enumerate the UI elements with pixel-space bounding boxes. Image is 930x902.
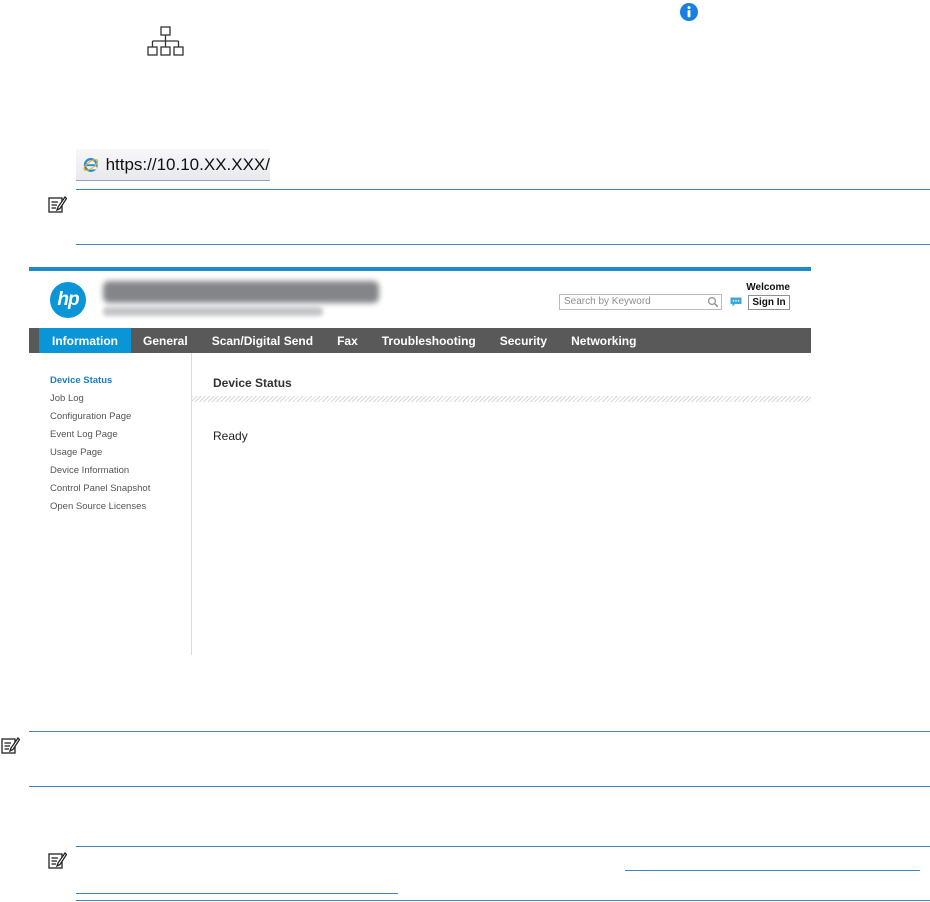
info-icon	[680, 3, 698, 21]
sign-in-button[interactable]: Sign In	[748, 295, 790, 310]
blurred-device-name	[103, 281, 379, 303]
note-icon	[1, 736, 20, 754]
search-icon[interactable]	[707, 296, 719, 308]
tab-fax[interactable]: Fax	[325, 328, 370, 353]
sidebar-item-job-log[interactable]: Job Log	[50, 392, 150, 410]
ews-sidebar: Device Status Job Log Configuration Page…	[50, 374, 150, 518]
note-rule-top	[29, 731, 930, 732]
tab-scan-digital-send[interactable]: Scan/Digital Send	[200, 328, 325, 353]
tab-security[interactable]: Security	[488, 328, 559, 353]
ews-top-accent	[29, 267, 811, 271]
note-rule-top	[76, 846, 930, 847]
ews-nav-bar: Information General Scan/Digital Send Fa…	[29, 328, 811, 353]
browser-address-bar[interactable]: https://10.10.XX.XXX/	[76, 149, 270, 181]
device-status-text: Ready	[213, 429, 248, 443]
note-rule-bottom	[29, 786, 930, 787]
tab-networking[interactable]: Networking	[559, 328, 648, 353]
tab-information[interactable]: Information	[39, 328, 131, 353]
ie-browser-icon	[83, 157, 99, 172]
chat-icon[interactable]	[730, 297, 742, 307]
title-separator	[192, 396, 811, 402]
network-icon	[147, 26, 184, 56]
sidebar-item-open-source-licenses[interactable]: Open Source Licenses	[50, 500, 150, 518]
note-icon	[48, 851, 67, 869]
welcome-text: Welcome	[746, 282, 790, 293]
search-input[interactable]: Search by Keyword	[559, 294, 722, 310]
url-text: https://10.10.XX.XXX/	[105, 154, 270, 174]
sidebar-item-control-panel-snapshot[interactable]: Control Panel Snapshot	[50, 482, 150, 500]
sidebar-item-usage-page[interactable]: Usage Page	[50, 446, 150, 464]
tab-general[interactable]: General	[131, 328, 200, 353]
content-title: Device Status	[213, 376, 292, 390]
hp-logo: hp	[50, 282, 86, 318]
embedded-web-server-screenshot: hp Welcome Search by Keyword Sign In Inf…	[29, 267, 811, 655]
tab-troubleshooting[interactable]: Troubleshooting	[370, 328, 488, 353]
note-rule-bottom	[76, 244, 930, 245]
link-underline[interactable]	[76, 893, 398, 894]
sidebar-item-device-status[interactable]: Device Status	[50, 374, 150, 392]
note-rule-bottom	[76, 900, 930, 901]
link-underline[interactable]	[625, 870, 920, 871]
sidebar-item-configuration-page[interactable]: Configuration Page	[50, 410, 150, 428]
sidebar-item-device-information[interactable]: Device Information	[50, 464, 150, 482]
note-rule-top	[76, 189, 930, 190]
blurred-device-subtitle	[103, 307, 323, 316]
sidebar-item-event-log-page[interactable]: Event Log Page	[50, 428, 150, 446]
note-icon	[48, 195, 67, 213]
